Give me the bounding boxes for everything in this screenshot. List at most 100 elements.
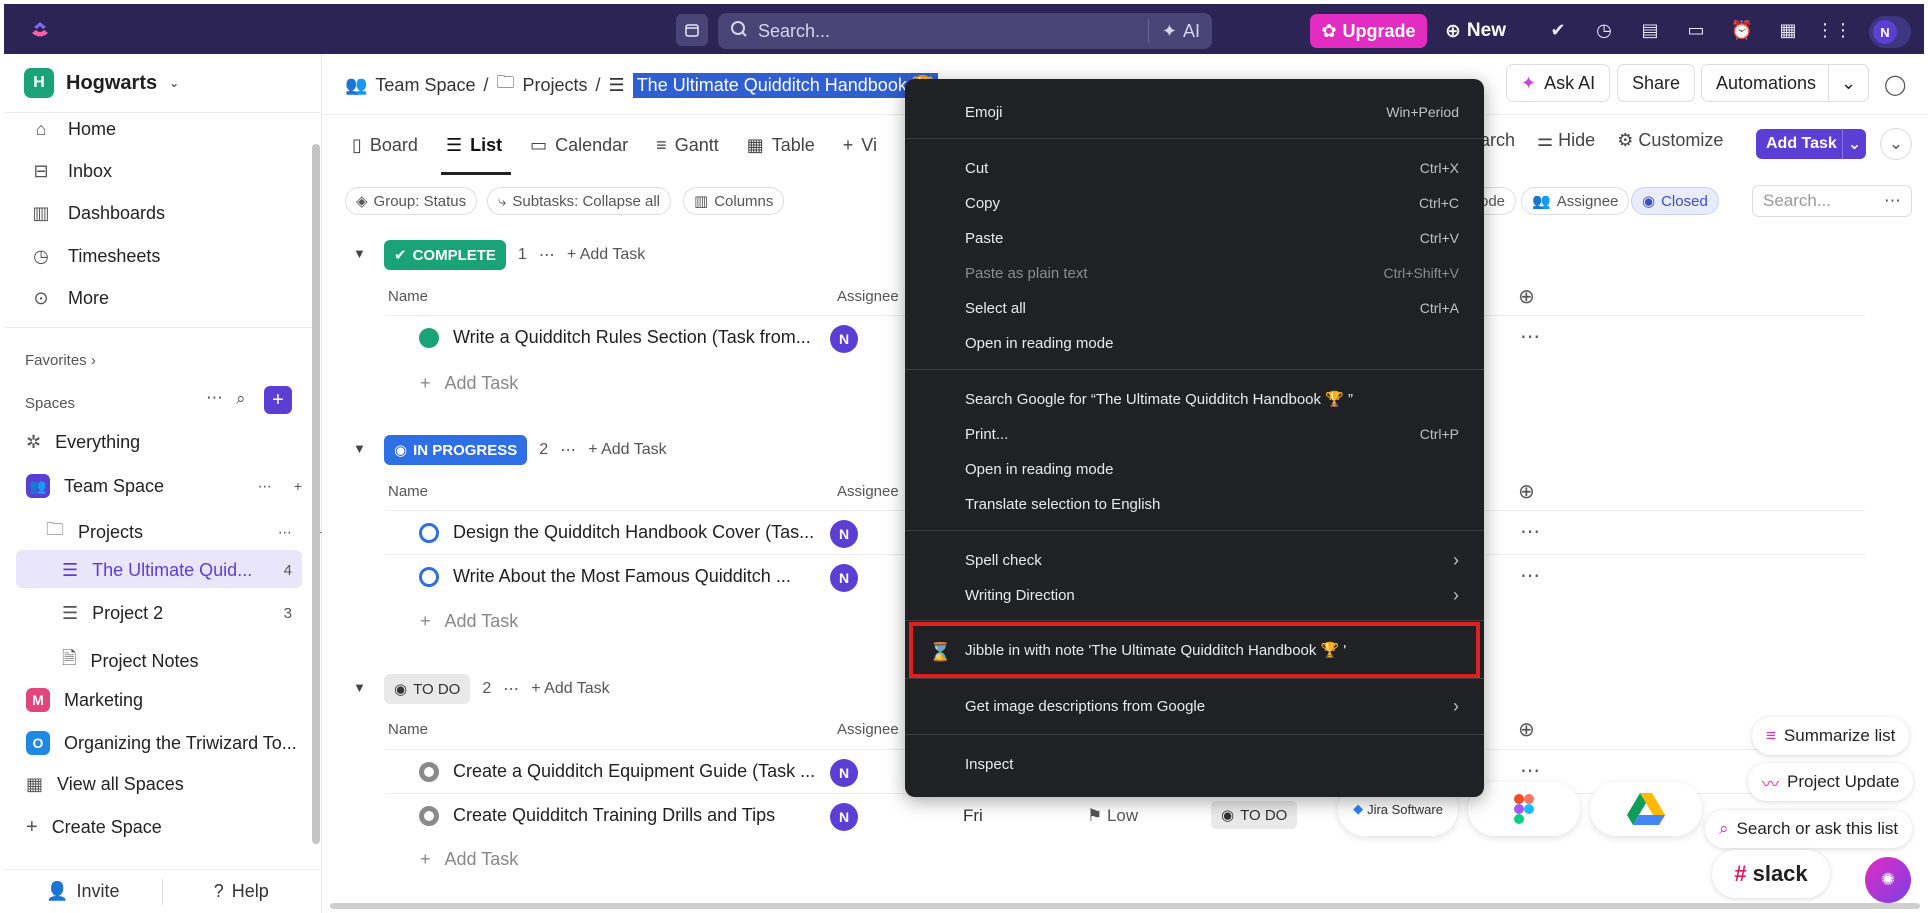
- ctx-select-all[interactable]: Select all Ctrl+A: [965, 293, 1459, 323]
- status-to-do-icon[interactable]: [419, 806, 439, 826]
- spaces-more-icon[interactable]: ⋯: [206, 388, 223, 408]
- task-name[interactable]: Create Quidditch Training Drills and Tip…: [453, 805, 775, 826]
- column-header-assignee[interactable]: Assignee: [837, 288, 899, 305]
- add-task-inline[interactable]: + Add Task: [588, 441, 666, 459]
- ctx-search-google[interactable]: Search Google for “The Ultimate Quidditc…: [965, 384, 1459, 414]
- add-task-inline[interactable]: + Add Task: [567, 246, 645, 264]
- doc-item-project-notes[interactable]: 🗎 Project Notes: [62, 646, 302, 676]
- more-icon[interactable]: ⋯: [503, 679, 519, 699]
- more-icon[interactable]: ⋯: [560, 440, 576, 460]
- more-icon[interactable]: ⋯: [258, 478, 272, 495]
- due-date[interactable]: Fri: [963, 806, 983, 826]
- ctx-print[interactable]: Print... Ctrl+P: [965, 419, 1459, 449]
- collapse-toggle-button[interactable]: ⌄: [1880, 128, 1912, 160]
- user-avatar[interactable]: N: [1869, 16, 1911, 48]
- more-icon[interactable]: ⋯: [539, 245, 555, 265]
- clickup-logo-icon[interactable]: [28, 18, 52, 42]
- search-ask-list-button[interactable]: ⌕ Search or ask this list: [1705, 810, 1913, 848]
- add-task-row[interactable]: + Add Task: [420, 611, 518, 632]
- upgrade-button[interactable]: ✿ Upgrade: [1310, 14, 1427, 48]
- dashboard-icon[interactable]: ▦: [1776, 18, 1800, 42]
- status-cell[interactable]: ◉ TO DO: [1211, 801, 1298, 829]
- ctx-reading-mode-2[interactable]: Open in reading mode: [965, 454, 1459, 484]
- automations-button[interactable]: Automations ⌄: [1701, 64, 1870, 102]
- ctx-emoji[interactable]: Emoji Win+Period: [965, 97, 1459, 127]
- add-column-icon[interactable]: ⊕: [1518, 717, 1535, 742]
- collapse-group-icon[interactable]: ▼: [353, 441, 366, 456]
- column-header-name[interactable]: Name: [388, 288, 428, 305]
- ctx-copy[interactable]: Copy Ctrl+C: [965, 188, 1459, 218]
- ai-assistant-button[interactable]: ✺: [1865, 857, 1911, 903]
- share-button[interactable]: Share: [1617, 64, 1696, 102]
- add-column-icon[interactable]: ⊕: [1518, 284, 1535, 309]
- avatar[interactable]: N: [830, 325, 858, 353]
- project-update-button[interactable]: 〰 Project Update: [1748, 763, 1914, 801]
- avatar[interactable]: N: [830, 759, 858, 787]
- column-header-name[interactable]: Name: [388, 483, 428, 500]
- sidebar-item-dashboards[interactable]: ▥ Dashboards: [30, 202, 165, 224]
- avatar[interactable]: N: [830, 564, 858, 592]
- group-by-chip[interactable]: ◈ Group: Status: [345, 187, 478, 215]
- alarm-icon[interactable]: ⏰: [1730, 18, 1754, 42]
- figma-integration[interactable]: [1468, 782, 1580, 836]
- sidebar-item-more[interactable]: ⊙ More: [30, 287, 109, 309]
- space-item-marketing[interactable]: M Marketing: [26, 688, 306, 712]
- video-icon[interactable]: ▭: [1684, 18, 1708, 42]
- ai-button[interactable]: ✦ AI: [1162, 21, 1200, 42]
- add-task-row[interactable]: + Add Task: [420, 849, 518, 870]
- ctx-translate[interactable]: Translate selection to English: [965, 489, 1459, 519]
- tab-gantt[interactable]: ≡ Gantt: [656, 130, 719, 160]
- avatar[interactable]: N: [830, 520, 858, 548]
- row-more-icon[interactable]: ⋯: [1520, 519, 1540, 544]
- list-item-project-2[interactable]: ☰ Project 2 3: [62, 603, 302, 624]
- status-pill-in-progress[interactable]: ◉ IN PROGRESS: [384, 435, 528, 465]
- hide-button[interactable]: ⚌ Hide: [1537, 130, 1595, 151]
- task-name[interactable]: Write About the Most Famous Quidditch ..…: [453, 566, 791, 587]
- timer-icon[interactable]: ◷: [1592, 18, 1616, 42]
- ask-ai-button[interactable]: ✦ Ask AI: [1506, 64, 1611, 102]
- ctx-jibble-in[interactable]: Jibble in with note 'The Ultimate Quiddi…: [965, 635, 1459, 665]
- check-circle-icon[interactable]: ✔: [1546, 18, 1570, 42]
- sidebar-item-timesheets[interactable]: ◷ Timesheets: [30, 245, 160, 267]
- columns-chip[interactable]: ▥ Columns: [683, 187, 785, 215]
- subtasks-chip[interactable]: ⤷ Subtasks: Collapse all: [487, 187, 671, 215]
- notepad-icon[interactable]: ▤: [1638, 18, 1662, 42]
- add-task-button[interactable]: Add Task ⌄: [1756, 129, 1866, 159]
- view-all-spaces[interactable]: ▦ View all Spaces: [26, 774, 306, 795]
- tab-list[interactable]: ☰ List: [446, 130, 502, 160]
- priority-cell[interactable]: ⚑ Low: [1087, 806, 1138, 826]
- status-complete-icon[interactable]: [419, 328, 439, 348]
- slack-integration[interactable]: # slack: [1712, 850, 1830, 898]
- task-name[interactable]: Write a Quidditch Rules Section (Task fr…: [453, 327, 811, 348]
- chat-icon[interactable]: ◯: [1884, 72, 1906, 97]
- tab-calendar[interactable]: ▭ Calendar: [530, 130, 628, 160]
- customize-button[interactable]: ⚙ Customize: [1617, 130, 1723, 151]
- list-item-ultimate-quidditch[interactable]: ☰ The Ultimate Quid... 4: [62, 560, 302, 581]
- add-task-row[interactable]: + Add Task: [420, 373, 518, 394]
- create-space[interactable]: + Create Space: [26, 816, 306, 839]
- sidebar-scrollbar[interactable]: [312, 144, 320, 844]
- help-button[interactable]: ? Help: [163, 881, 321, 902]
- task-name[interactable]: Design the Quidditch Handbook Cover (Tas…: [453, 522, 814, 543]
- sidebar-item-home[interactable]: ⌂ Home: [30, 118, 116, 140]
- breadcrumb-team-space[interactable]: Team Space: [375, 75, 475, 96]
- list-search-input[interactable]: Search... ⋯: [1752, 185, 1912, 217]
- chevron-down-icon[interactable]: ⌄: [1828, 65, 1868, 101]
- assignee-chip[interactable]: 👥 Assignee: [1521, 187, 1630, 215]
- collapse-group-icon[interactable]: ▼: [353, 246, 366, 261]
- column-header-assignee[interactable]: Assignee: [837, 483, 899, 500]
- summarize-list-button[interactable]: ≡ Summarize list: [1752, 717, 1910, 755]
- add-space-button[interactable]: +: [264, 386, 292, 414]
- space-item-everything[interactable]: ✲ Everything: [26, 432, 306, 453]
- space-item-team-space[interactable]: 👥 Team Space ⋯ +: [26, 474, 306, 498]
- status-pill-to-do[interactable]: ◉ TO DO: [384, 674, 471, 704]
- status-pill-complete[interactable]: ✔ COMPLETE: [384, 240, 506, 270]
- spaces-search-icon[interactable]: ⌕: [236, 389, 246, 409]
- plus-icon[interactable]: +: [294, 478, 302, 495]
- apps-grid-icon[interactable]: ⋮⋮: [1816, 18, 1852, 42]
- ctx-spell-check[interactable]: Spell check ›: [965, 545, 1459, 575]
- breadcrumb-current-list[interactable]: The Ultimate Quidditch Handbook 🏆: [632, 72, 939, 98]
- more-icon[interactable]: ⋯: [1884, 191, 1901, 211]
- breadcrumb-projects[interactable]: Projects: [523, 75, 588, 96]
- sidebar-item-inbox[interactable]: ⊟ Inbox: [30, 160, 112, 182]
